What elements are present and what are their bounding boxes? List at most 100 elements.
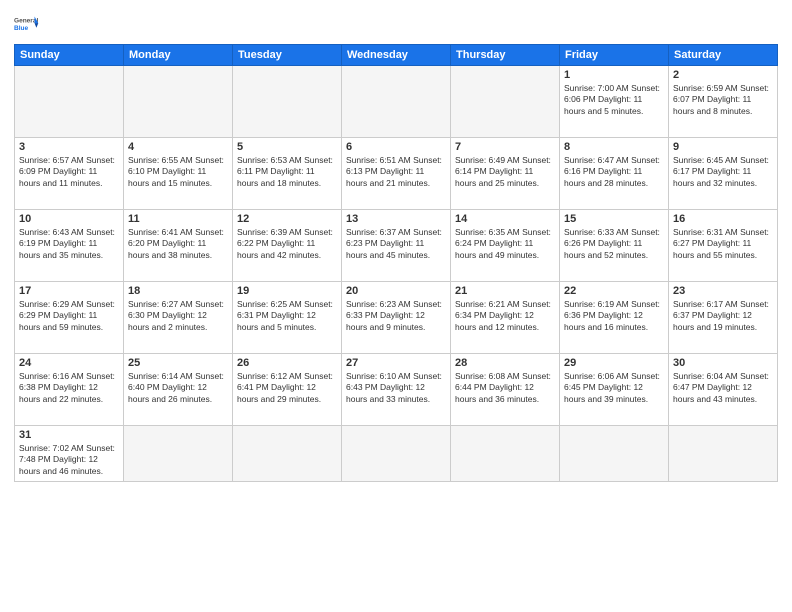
day-info: Sunrise: 6:49 AM Sunset: 6:14 PM Dayligh… — [455, 155, 555, 189]
day-cell: 7 Sunrise: 6:49 AM Sunset: 6:14 PM Daylig… — [451, 138, 560, 210]
logo: GeneralBlue — [14, 10, 44, 38]
day-cell: 31 Sunrise: 7:02 AM Sunset: 7:48 PM Dayli… — [15, 426, 124, 482]
day-info: Sunrise: 6:08 AM Sunset: 6:44 PM Dayligh… — [455, 371, 555, 405]
day-number: 28 — [455, 357, 555, 369]
day-info: Sunrise: 6:43 AM Sunset: 6:19 PM Dayligh… — [19, 227, 119, 261]
weekday-wednesday: Wednesday — [342, 45, 451, 66]
day-cell — [669, 426, 778, 482]
week-row-1: 1Sunrise: 7:00 AM Sunset: 6:06 PM Daylig… — [15, 66, 778, 138]
day-cell — [451, 66, 560, 138]
week-row-3: 10 Sunrise: 6:43 AM Sunset: 6:19 PM Dayli… — [15, 210, 778, 282]
day-info: Sunrise: 6:31 AM Sunset: 6:27 PM Dayligh… — [673, 227, 773, 261]
day-number: 4 — [128, 141, 228, 153]
day-number: 14 — [455, 213, 555, 225]
week-row-5: 24 Sunrise: 6:16 AM Sunset: 6:38 PM Dayli… — [15, 354, 778, 426]
header: GeneralBlue — [14, 10, 778, 38]
day-info: Sunrise: 6:27 AM Sunset: 6:30 PM Dayligh… — [128, 299, 228, 333]
day-info: Sunrise: 6:19 AM Sunset: 6:36 PM Dayligh… — [564, 299, 664, 333]
day-cell: 13Sunrise: 6:37 AM Sunset: 6:23 PM Dayli… — [342, 210, 451, 282]
day-info: Sunrise: 6:06 AM Sunset: 6:45 PM Dayligh… — [564, 371, 664, 405]
day-cell: 24 Sunrise: 6:16 AM Sunset: 6:38 PM Dayli… — [15, 354, 124, 426]
day-number: 30 — [673, 357, 773, 369]
day-number: 8 — [564, 141, 664, 153]
day-cell: 6Sunrise: 6:51 AM Sunset: 6:13 PM Daylig… — [342, 138, 451, 210]
day-info: Sunrise: 6:45 AM Sunset: 6:17 PM Dayligh… — [673, 155, 773, 189]
weekday-thursday: Thursday — [451, 45, 560, 66]
day-number: 26 — [237, 357, 337, 369]
day-cell: 4Sunrise: 6:55 AM Sunset: 6:10 PM Daylig… — [124, 138, 233, 210]
day-info: Sunrise: 6:39 AM Sunset: 6:22 PM Dayligh… — [237, 227, 337, 261]
day-cell: 28 Sunrise: 6:08 AM Sunset: 6:44 PM Dayli… — [451, 354, 560, 426]
day-cell: 17Sunrise: 6:29 AM Sunset: 6:29 PM Dayli… — [15, 282, 124, 354]
day-number: 16 — [673, 213, 773, 225]
day-cell: 1Sunrise: 7:00 AM Sunset: 6:06 PM Daylig… — [560, 66, 669, 138]
week-row-6: 31 Sunrise: 7:02 AM Sunset: 7:48 PM Dayli… — [15, 426, 778, 482]
day-number: 9 — [673, 141, 773, 153]
day-number: 29 — [564, 357, 664, 369]
day-cell: 20 Sunrise: 6:23 AM Sunset: 6:33 PM Dayli… — [342, 282, 451, 354]
day-cell — [124, 426, 233, 482]
week-row-4: 17Sunrise: 6:29 AM Sunset: 6:29 PM Dayli… — [15, 282, 778, 354]
day-cell: 10 Sunrise: 6:43 AM Sunset: 6:19 PM Dayli… — [15, 210, 124, 282]
weekday-sunday: Sunday — [15, 45, 124, 66]
weekday-saturday: Saturday — [669, 45, 778, 66]
day-number: 20 — [346, 285, 446, 297]
day-number: 31 — [19, 429, 119, 441]
day-number: 2 — [673, 69, 773, 81]
weekday-friday: Friday — [560, 45, 669, 66]
day-info: Sunrise: 6:25 AM Sunset: 6:31 PM Dayligh… — [237, 299, 337, 333]
day-number: 12 — [237, 213, 337, 225]
day-info: Sunrise: 7:02 AM Sunset: 7:48 PM Dayligh… — [19, 443, 119, 477]
day-cell: 25Sunrise: 6:14 AM Sunset: 6:40 PM Dayli… — [124, 354, 233, 426]
day-cell: 5 Sunrise: 6:53 AM Sunset: 6:11 PM Daylig… — [233, 138, 342, 210]
day-number: 5 — [237, 141, 337, 153]
svg-text:Blue: Blue — [14, 25, 28, 32]
day-number: 10 — [19, 213, 119, 225]
day-cell — [15, 66, 124, 138]
day-info: Sunrise: 6:33 AM Sunset: 6:26 PM Dayligh… — [564, 227, 664, 261]
day-cell — [233, 66, 342, 138]
day-info: Sunrise: 6:53 AM Sunset: 6:11 PM Dayligh… — [237, 155, 337, 189]
day-cell: 12 Sunrise: 6:39 AM Sunset: 6:22 PM Dayli… — [233, 210, 342, 282]
logo-icon: GeneralBlue — [14, 10, 42, 38]
day-cell — [560, 426, 669, 482]
day-cell: 30Sunrise: 6:04 AM Sunset: 6:47 PM Dayli… — [669, 354, 778, 426]
day-cell: 2 Sunrise: 6:59 AM Sunset: 6:07 PM Daylig… — [669, 66, 778, 138]
day-cell: 15 Sunrise: 6:33 AM Sunset: 6:26 PM Dayli… — [560, 210, 669, 282]
day-cell: 26Sunrise: 6:12 AM Sunset: 6:41 PM Dayli… — [233, 354, 342, 426]
day-cell: 11Sunrise: 6:41 AM Sunset: 6:20 PM Dayli… — [124, 210, 233, 282]
day-number: 7 — [455, 141, 555, 153]
day-info: Sunrise: 6:17 AM Sunset: 6:37 PM Dayligh… — [673, 299, 773, 333]
day-cell — [124, 66, 233, 138]
day-number: 19 — [237, 285, 337, 297]
day-number: 18 — [128, 285, 228, 297]
day-cell — [233, 426, 342, 482]
day-cell: 16 Sunrise: 6:31 AM Sunset: 6:27 PM Dayli… — [669, 210, 778, 282]
day-number: 23 — [673, 285, 773, 297]
day-number: 21 — [455, 285, 555, 297]
day-number: 22 — [564, 285, 664, 297]
day-cell: 21Sunrise: 6:21 AM Sunset: 6:34 PM Dayli… — [451, 282, 560, 354]
day-cell: 29 Sunrise: 6:06 AM Sunset: 6:45 PM Dayli… — [560, 354, 669, 426]
day-info: Sunrise: 6:23 AM Sunset: 6:33 PM Dayligh… — [346, 299, 446, 333]
calendar-page: GeneralBlue SundayMondayTuesdayWednesday… — [0, 0, 792, 612]
weekday-header-row: SundayMondayTuesdayWednesdayThursdayFrid… — [15, 45, 778, 66]
weekday-tuesday: Tuesday — [233, 45, 342, 66]
calendar-table: SundayMondayTuesdayWednesdayThursdayFrid… — [14, 44, 778, 482]
day-cell: 19 Sunrise: 6:25 AM Sunset: 6:31 PM Dayli… — [233, 282, 342, 354]
day-cell: 14Sunrise: 6:35 AM Sunset: 6:24 PM Dayli… — [451, 210, 560, 282]
day-info: Sunrise: 6:37 AM Sunset: 6:23 PM Dayligh… — [346, 227, 446, 261]
day-cell: 22 Sunrise: 6:19 AM Sunset: 6:36 PM Dayli… — [560, 282, 669, 354]
day-number: 24 — [19, 357, 119, 369]
day-info: Sunrise: 6:29 AM Sunset: 6:29 PM Dayligh… — [19, 299, 119, 333]
day-cell: 8Sunrise: 6:47 AM Sunset: 6:16 PM Daylig… — [560, 138, 669, 210]
day-info: Sunrise: 6:16 AM Sunset: 6:38 PM Dayligh… — [19, 371, 119, 405]
day-info: Sunrise: 7:00 AM Sunset: 6:06 PM Dayligh… — [564, 83, 664, 117]
day-number: 15 — [564, 213, 664, 225]
day-cell — [342, 66, 451, 138]
week-row-2: 3Sunrise: 6:57 AM Sunset: 6:09 PM Daylig… — [15, 138, 778, 210]
day-cell: 23 Sunrise: 6:17 AM Sunset: 6:37 PM Dayli… — [669, 282, 778, 354]
day-number: 25 — [128, 357, 228, 369]
day-number: 3 — [19, 141, 119, 153]
day-info: Sunrise: 6:59 AM Sunset: 6:07 PM Dayligh… — [673, 83, 773, 117]
